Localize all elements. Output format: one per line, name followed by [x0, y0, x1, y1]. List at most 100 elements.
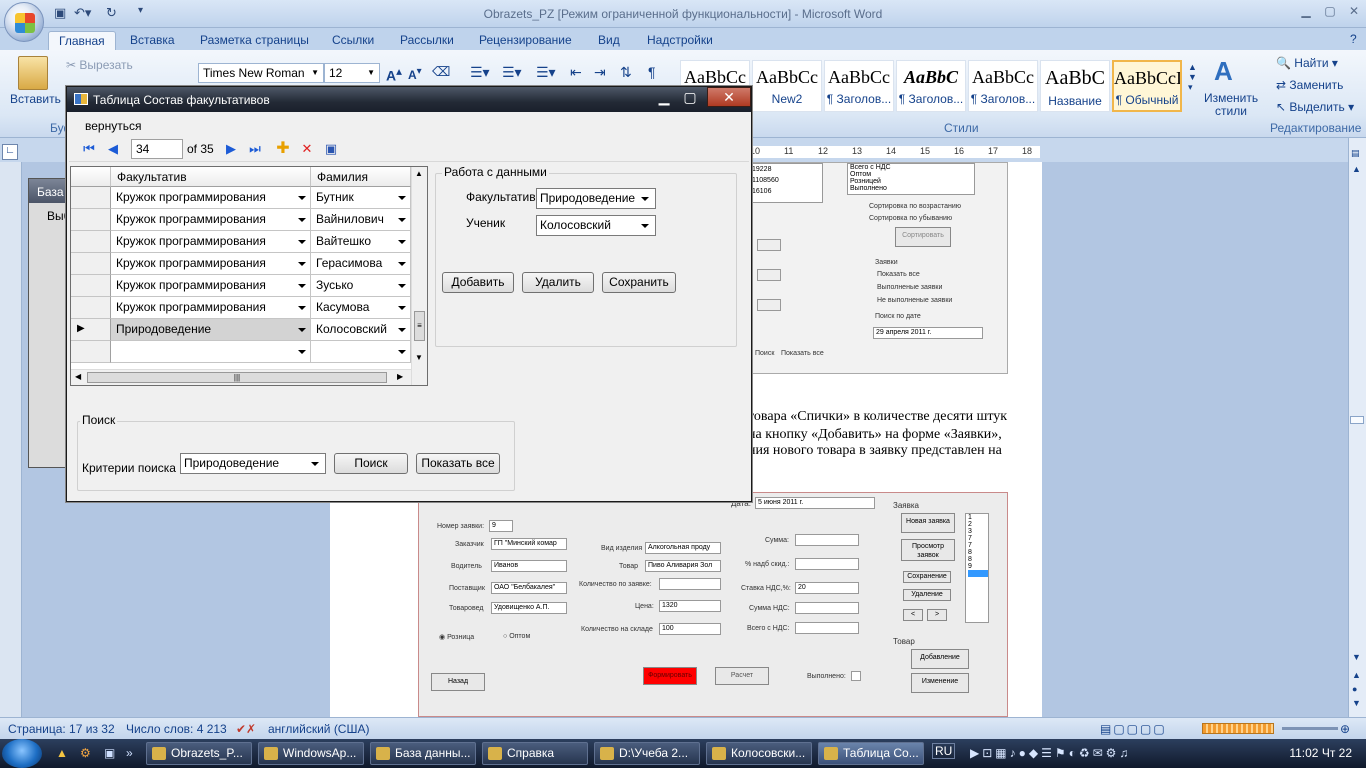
maximize-icon[interactable]: ▢	[679, 89, 701, 107]
paste-icon[interactable]	[18, 56, 48, 90]
style-tile-regular[interactable]: AaBbCcI ¶ Обычный	[1112, 60, 1182, 112]
row-header[interactable]	[71, 341, 111, 363]
cell-surname[interactable]: Бутник	[311, 187, 411, 209]
decrease-indent-icon[interactable]: ⇤	[570, 64, 582, 81]
select-button[interactable]: ↖ Выделить ▾	[1276, 100, 1354, 114]
criteria-combo[interactable]: Природоведение	[180, 453, 326, 474]
search-button[interactable]: Поиск	[334, 453, 408, 474]
close-icon[interactable]: ✕	[707, 87, 751, 107]
cell-surname[interactable]: Колосовский	[311, 319, 411, 341]
cell-surname[interactable]: Герасимова	[311, 253, 411, 275]
style-tile-new2[interactable]: AaBbCc New2	[752, 60, 822, 112]
move-previous-icon[interactable]: ◀	[105, 141, 121, 157]
cell-course[interactable]: Кружок программирования	[111, 231, 311, 253]
delete-icon[interactable]: ✕	[299, 141, 315, 157]
view-buttons-icon[interactable]: ▤▢▢▢▢	[1100, 722, 1167, 736]
undo-icon[interactable]: ↶▾	[74, 5, 91, 21]
dropdown-arrow-icon[interactable]	[398, 196, 406, 200]
dropdown-arrow-icon[interactable]	[298, 240, 306, 244]
replace-button[interactable]: ⇄ Заменить	[1276, 78, 1343, 92]
save-icon[interactable]: ▣	[54, 5, 66, 21]
dialog-title-bar[interactable]: Таблица Состав факультативов ▁ ▢	[67, 87, 751, 112]
cell-surname[interactable]	[311, 341, 411, 363]
data-grid[interactable]: Факультатив Фамилия Кружок программирова…	[70, 166, 428, 386]
styles-scroll-icon[interactable]: ▲ ▼ ▾	[1188, 62, 1197, 93]
position-input[interactable]: 34	[131, 139, 183, 159]
zoom-in-icon[interactable]: ⊕	[1340, 722, 1350, 736]
table-row[interactable]: Кружок программирования Вайнилович	[71, 209, 411, 231]
scroll-down-icon[interactable]: ▼	[415, 353, 423, 362]
quicklaunch-more-icon[interactable]: »	[126, 746, 133, 760]
row-header[interactable]	[71, 275, 111, 297]
grid-h-scroll-thumb[interactable]: |||	[87, 372, 387, 383]
scroll-down-icon[interactable]: ▼	[1352, 652, 1361, 662]
minimize-icon[interactable]: ▁	[653, 89, 675, 107]
restore-icon[interactable]: ▢	[1318, 4, 1342, 20]
row-header[interactable]	[71, 187, 111, 209]
dropdown-arrow-icon[interactable]	[398, 350, 406, 354]
clear-format-icon[interactable]: ⌫	[432, 64, 450, 80]
cell-surname[interactable]: Вайтешко	[311, 231, 411, 253]
dropdown-arrow-icon[interactable]	[298, 350, 306, 354]
add-new-icon[interactable]: ✚	[275, 141, 291, 157]
taskbar-item-kolosovski[interactable]: Колосовски...	[706, 742, 812, 765]
scroll-thumb[interactable]	[1350, 416, 1364, 424]
scroll-up-icon[interactable]: ▲	[1352, 164, 1361, 174]
table-row[interactable]: Кружок программирования Герасимова	[71, 253, 411, 275]
taskbar-item-database[interactable]: База данны...	[370, 742, 476, 765]
tab-addins[interactable]: Надстройки	[637, 31, 723, 50]
show-all-button[interactable]: Показать все	[416, 453, 500, 474]
tab-page-layout[interactable]: Разметка страницы	[190, 31, 319, 50]
grid-horizontal-scrollbar[interactable]: ◀ ||| ▶	[71, 369, 411, 385]
cell-course[interactable]: Кружок программирования	[111, 187, 311, 209]
taskbar-item-vs[interactable]: WindowsAp...	[258, 742, 364, 765]
minimize-icon[interactable]: ▁	[1294, 4, 1318, 20]
increase-indent-icon[interactable]: ⇥	[594, 64, 606, 81]
table-row[interactable]: Кружок программирования Касумова	[71, 297, 411, 319]
horizontal-ruler[interactable]: 10 11 12 13 14 15 16 17 18	[748, 146, 1040, 158]
redo-icon[interactable]: ↻	[106, 5, 117, 21]
delete-button[interactable]: Удалить	[522, 272, 594, 293]
dropdown-arrow-icon[interactable]	[398, 306, 406, 310]
view-ruler-icon[interactable]: ▤	[1351, 148, 1360, 159]
column-header-course[interactable]: Факультатив	[111, 167, 311, 187]
grow-font-icon[interactable]: A▴	[386, 64, 402, 84]
cell-course[interactable]: Кружок программирования	[111, 297, 311, 319]
dropdown-arrow-icon[interactable]	[298, 328, 306, 332]
clock[interactable]: 11:02 Чт 22	[1289, 746, 1352, 760]
dropdown-arrow-icon[interactable]	[298, 306, 306, 310]
menu-back[interactable]: вернуться	[85, 119, 141, 133]
office-button[interactable]	[4, 2, 44, 42]
font-name-box[interactable]: Times New Roman ▼	[198, 63, 324, 83]
add-button[interactable]: Добавить	[442, 272, 514, 293]
document-vertical-scrollbar[interactable]: ▤ ▲ ▼ ▲ ● ▼	[1348, 138, 1366, 717]
dropdown-arrow-icon[interactable]	[398, 262, 406, 266]
customize-qat-icon[interactable]: ▾	[138, 5, 143, 21]
table-row[interactable]: Кружок программирования Зуськo	[71, 275, 411, 297]
cell-surname[interactable]: Вайнилович	[311, 209, 411, 231]
scroll-up-icon[interactable]: ▲	[415, 169, 423, 178]
bullets-icon[interactable]: ☰▾	[470, 64, 490, 81]
dropdown-arrow-icon[interactable]	[298, 218, 306, 222]
grid-vertical-scrollbar[interactable]: ▲ ≡ ▼	[411, 167, 427, 385]
tab-home[interactable]: Главная	[48, 31, 116, 50]
student-combo[interactable]: Колосовский	[536, 215, 656, 236]
course-combo[interactable]: Природоведение	[536, 188, 656, 209]
change-styles-icon[interactable]: A	[1214, 56, 1233, 87]
paste-label[interactable]: Вставить	[10, 92, 61, 106]
cell-course[interactable]	[111, 341, 311, 363]
tray-icons[interactable]: ▶⊡▦♪●◆☰⚑◐♻✉⚙♫	[970, 746, 1131, 760]
taskbar-item-table[interactable]: Таблица Со...	[818, 742, 924, 765]
quicklaunch-icon[interactable]: ⚙	[80, 746, 91, 760]
language-indicator[interactable]: RU	[932, 743, 956, 759]
dropdown-arrow-icon[interactable]	[398, 328, 406, 332]
grid-scroll-thumb[interactable]: ≡	[414, 311, 425, 341]
status-page[interactable]: Страница: 17 из 32	[8, 722, 115, 736]
table-row[interactable]: Кружок программирования Вайтешко	[71, 231, 411, 253]
quicklaunch-icon[interactable]: ▣	[104, 746, 115, 760]
style-tile-heading-bold[interactable]: AaBbC ¶ Заголов...	[896, 60, 966, 112]
close-icon[interactable]: ✕	[1342, 4, 1366, 20]
move-next-icon[interactable]: ▶	[223, 141, 239, 157]
show-marks-icon[interactable]: ¶	[648, 64, 656, 80]
tab-insert[interactable]: Вставка	[120, 31, 185, 50]
